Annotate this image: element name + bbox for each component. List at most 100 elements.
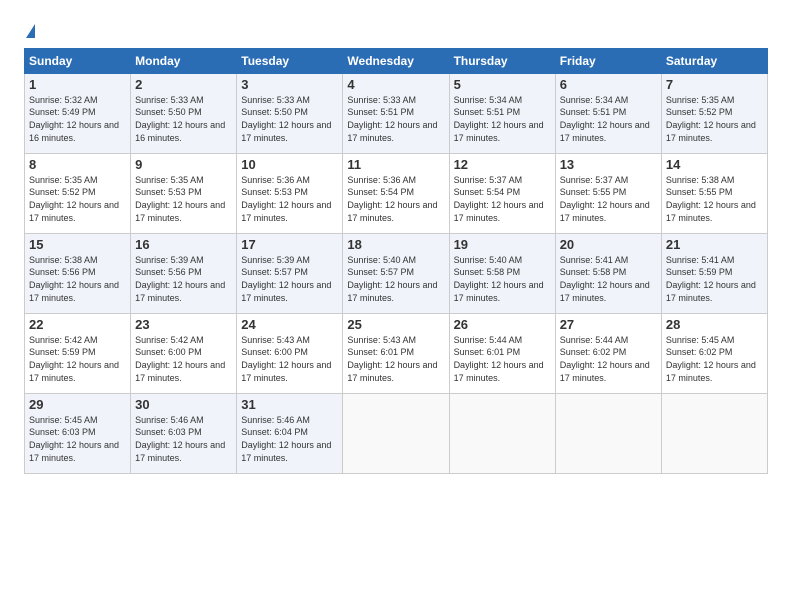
day-info: Sunrise: 5:45 AMSunset: 6:03 PMDaylight:… bbox=[29, 415, 119, 463]
day-number: 29 bbox=[29, 397, 126, 412]
calendar-cell: 8 Sunrise: 5:35 AMSunset: 5:52 PMDaylight… bbox=[25, 153, 131, 233]
day-number: 26 bbox=[454, 317, 551, 332]
day-number: 9 bbox=[135, 157, 232, 172]
day-info: Sunrise: 5:36 AMSunset: 5:53 PMDaylight:… bbox=[241, 175, 331, 223]
day-info: Sunrise: 5:44 AMSunset: 6:01 PMDaylight:… bbox=[454, 335, 544, 383]
day-number: 7 bbox=[666, 77, 763, 92]
day-info: Sunrise: 5:40 AMSunset: 5:58 PMDaylight:… bbox=[454, 255, 544, 303]
calendar-cell: 15 Sunrise: 5:38 AMSunset: 5:56 PMDayligh… bbox=[25, 233, 131, 313]
day-number: 21 bbox=[666, 237, 763, 252]
day-info: Sunrise: 5:38 AMSunset: 5:56 PMDaylight:… bbox=[29, 255, 119, 303]
day-number: 22 bbox=[29, 317, 126, 332]
calendar-week-row: 8 Sunrise: 5:35 AMSunset: 5:52 PMDaylight… bbox=[25, 153, 768, 233]
day-info: Sunrise: 5:43 AMSunset: 6:01 PMDaylight:… bbox=[347, 335, 437, 383]
day-info: Sunrise: 5:39 AMSunset: 5:57 PMDaylight:… bbox=[241, 255, 331, 303]
day-info: Sunrise: 5:43 AMSunset: 6:00 PMDaylight:… bbox=[241, 335, 331, 383]
day-number: 13 bbox=[560, 157, 657, 172]
day-info: Sunrise: 5:39 AMSunset: 5:56 PMDaylight:… bbox=[135, 255, 225, 303]
calendar-cell: 11Sunrise: 5:36 AMSunset: 5:54 PMDayligh… bbox=[343, 153, 449, 233]
calendar-cell: 23Sunrise: 5:42 AMSunset: 6:00 PMDayligh… bbox=[131, 313, 237, 393]
calendar-cell: 5Sunrise: 5:34 AMSunset: 5:51 PMDaylight… bbox=[449, 73, 555, 153]
calendar-cell: 12 Sunrise: 5:37 AMSunset: 5:54 PMDayligh… bbox=[449, 153, 555, 233]
day-number: 20 bbox=[560, 237, 657, 252]
day-info: Sunrise: 5:41 AMSunset: 5:58 PMDaylight:… bbox=[560, 255, 650, 303]
calendar-week-row: 1 Sunrise: 5:32 AMSunset: 5:49 PMDaylight… bbox=[25, 73, 768, 153]
calendar-week-row: 15 Sunrise: 5:38 AMSunset: 5:56 PMDayligh… bbox=[25, 233, 768, 313]
calendar-cell: 28Sunrise: 5:45 AMSunset: 6:02 PMDayligh… bbox=[661, 313, 767, 393]
day-number: 6 bbox=[560, 77, 657, 92]
calendar-cell: 4 Sunrise: 5:33 AMSunset: 5:51 PMDaylight… bbox=[343, 73, 449, 153]
day-number: 16 bbox=[135, 237, 232, 252]
day-number: 31 bbox=[241, 397, 338, 412]
weekday-header-row: SundayMondayTuesdayWednesdayThursdayFrid… bbox=[25, 48, 768, 73]
day-number: 2 bbox=[135, 77, 232, 92]
day-info: Sunrise: 5:36 AMSunset: 5:54 PMDaylight:… bbox=[347, 175, 437, 223]
calendar-cell: 13 Sunrise: 5:37 AMSunset: 5:55 PMDayligh… bbox=[555, 153, 661, 233]
day-info: Sunrise: 5:37 AMSunset: 5:55 PMDaylight:… bbox=[560, 175, 650, 223]
calendar-cell: 14Sunrise: 5:38 AMSunset: 5:55 PMDayligh… bbox=[661, 153, 767, 233]
day-info: Sunrise: 5:34 AMSunset: 5:51 PMDaylight:… bbox=[454, 95, 544, 143]
day-number: 24 bbox=[241, 317, 338, 332]
day-number: 25 bbox=[347, 317, 444, 332]
day-info: Sunrise: 5:33 AMSunset: 5:51 PMDaylight:… bbox=[347, 95, 437, 143]
day-number: 23 bbox=[135, 317, 232, 332]
calendar-cell: 6Sunrise: 5:34 AMSunset: 5:51 PMDaylight… bbox=[555, 73, 661, 153]
day-info: Sunrise: 5:44 AMSunset: 6:02 PMDaylight:… bbox=[560, 335, 650, 383]
calendar-cell bbox=[555, 393, 661, 473]
day-info: Sunrise: 5:33 AMSunset: 5:50 PMDaylight:… bbox=[135, 95, 225, 143]
day-info: Sunrise: 5:42 AMSunset: 5:59 PMDaylight:… bbox=[29, 335, 119, 383]
calendar-cell: 1 Sunrise: 5:32 AMSunset: 5:49 PMDaylight… bbox=[25, 73, 131, 153]
calendar-cell: 19 Sunrise: 5:40 AMSunset: 5:58 PMDayligh… bbox=[449, 233, 555, 313]
calendar-cell: 10Sunrise: 5:36 AMSunset: 5:53 PMDayligh… bbox=[237, 153, 343, 233]
day-info: Sunrise: 5:41 AMSunset: 5:59 PMDaylight:… bbox=[666, 255, 756, 303]
calendar-cell bbox=[449, 393, 555, 473]
weekday-header-thursday: Thursday bbox=[449, 48, 555, 73]
day-number: 15 bbox=[29, 237, 126, 252]
calendar-cell: 17 Sunrise: 5:39 AMSunset: 5:57 PMDayligh… bbox=[237, 233, 343, 313]
calendar-cell: 18 Sunrise: 5:40 AMSunset: 5:57 PMDayligh… bbox=[343, 233, 449, 313]
day-info: Sunrise: 5:35 AMSunset: 5:52 PMDaylight:… bbox=[666, 95, 756, 143]
calendar-cell: 21 Sunrise: 5:41 AMSunset: 5:59 PMDayligh… bbox=[661, 233, 767, 313]
calendar-cell: 7 Sunrise: 5:35 AMSunset: 5:52 PMDaylight… bbox=[661, 73, 767, 153]
weekday-header-tuesday: Tuesday bbox=[237, 48, 343, 73]
day-info: Sunrise: 5:33 AMSunset: 5:50 PMDaylight:… bbox=[241, 95, 331, 143]
calendar-cell: 30 Sunrise: 5:46 AMSunset: 6:03 PMDayligh… bbox=[131, 393, 237, 473]
day-number: 30 bbox=[135, 397, 232, 412]
day-info: Sunrise: 5:32 AMSunset: 5:49 PMDaylight:… bbox=[29, 95, 119, 143]
calendar-cell: 26 Sunrise: 5:44 AMSunset: 6:01 PMDayligh… bbox=[449, 313, 555, 393]
day-info: Sunrise: 5:35 AMSunset: 5:52 PMDaylight:… bbox=[29, 175, 119, 223]
day-info: Sunrise: 5:46 AMSunset: 6:03 PMDaylight:… bbox=[135, 415, 225, 463]
weekday-header-wednesday: Wednesday bbox=[343, 48, 449, 73]
calendar-cell: 2 Sunrise: 5:33 AMSunset: 5:50 PMDaylight… bbox=[131, 73, 237, 153]
day-number: 18 bbox=[347, 237, 444, 252]
day-number: 3 bbox=[241, 77, 338, 92]
calendar-cell: 27Sunrise: 5:44 AMSunset: 6:02 PMDayligh… bbox=[555, 313, 661, 393]
day-number: 1 bbox=[29, 77, 126, 92]
calendar-cell: 16 Sunrise: 5:39 AMSunset: 5:56 PMDayligh… bbox=[131, 233, 237, 313]
day-number: 8 bbox=[29, 157, 126, 172]
weekday-header-saturday: Saturday bbox=[661, 48, 767, 73]
calendar-cell: 22 Sunrise: 5:42 AMSunset: 5:59 PMDayligh… bbox=[25, 313, 131, 393]
day-info: Sunrise: 5:37 AMSunset: 5:54 PMDaylight:… bbox=[454, 175, 544, 223]
calendar-table: SundayMondayTuesdayWednesdayThursdayFrid… bbox=[24, 48, 768, 474]
weekday-header-monday: Monday bbox=[131, 48, 237, 73]
logo-top bbox=[24, 20, 35, 40]
calendar-week-row: 22 Sunrise: 5:42 AMSunset: 5:59 PMDayligh… bbox=[25, 313, 768, 393]
day-number: 12 bbox=[454, 157, 551, 172]
calendar-cell: 9Sunrise: 5:35 AMSunset: 5:53 PMDaylight… bbox=[131, 153, 237, 233]
day-number: 14 bbox=[666, 157, 763, 172]
calendar-week-row: 29 Sunrise: 5:45 AMSunset: 6:03 PMDayligh… bbox=[25, 393, 768, 473]
day-number: 4 bbox=[347, 77, 444, 92]
day-info: Sunrise: 5:40 AMSunset: 5:57 PMDaylight:… bbox=[347, 255, 437, 303]
calendar-cell: 31 Sunrise: 5:46 AMSunset: 6:04 PMDayligh… bbox=[237, 393, 343, 473]
day-info: Sunrise: 5:46 AMSunset: 6:04 PMDaylight:… bbox=[241, 415, 331, 463]
calendar-cell: 3 Sunrise: 5:33 AMSunset: 5:50 PMDaylight… bbox=[237, 73, 343, 153]
day-number: 19 bbox=[454, 237, 551, 252]
calendar-cell bbox=[661, 393, 767, 473]
calendar-cell: 29 Sunrise: 5:45 AMSunset: 6:03 PMDayligh… bbox=[25, 393, 131, 473]
calendar-cell: 25 Sunrise: 5:43 AMSunset: 6:01 PMDayligh… bbox=[343, 313, 449, 393]
day-number: 17 bbox=[241, 237, 338, 252]
calendar-cell: 20 Sunrise: 5:41 AMSunset: 5:58 PMDayligh… bbox=[555, 233, 661, 313]
calendar-cell: 24 Sunrise: 5:43 AMSunset: 6:00 PMDayligh… bbox=[237, 313, 343, 393]
calendar-cell bbox=[343, 393, 449, 473]
